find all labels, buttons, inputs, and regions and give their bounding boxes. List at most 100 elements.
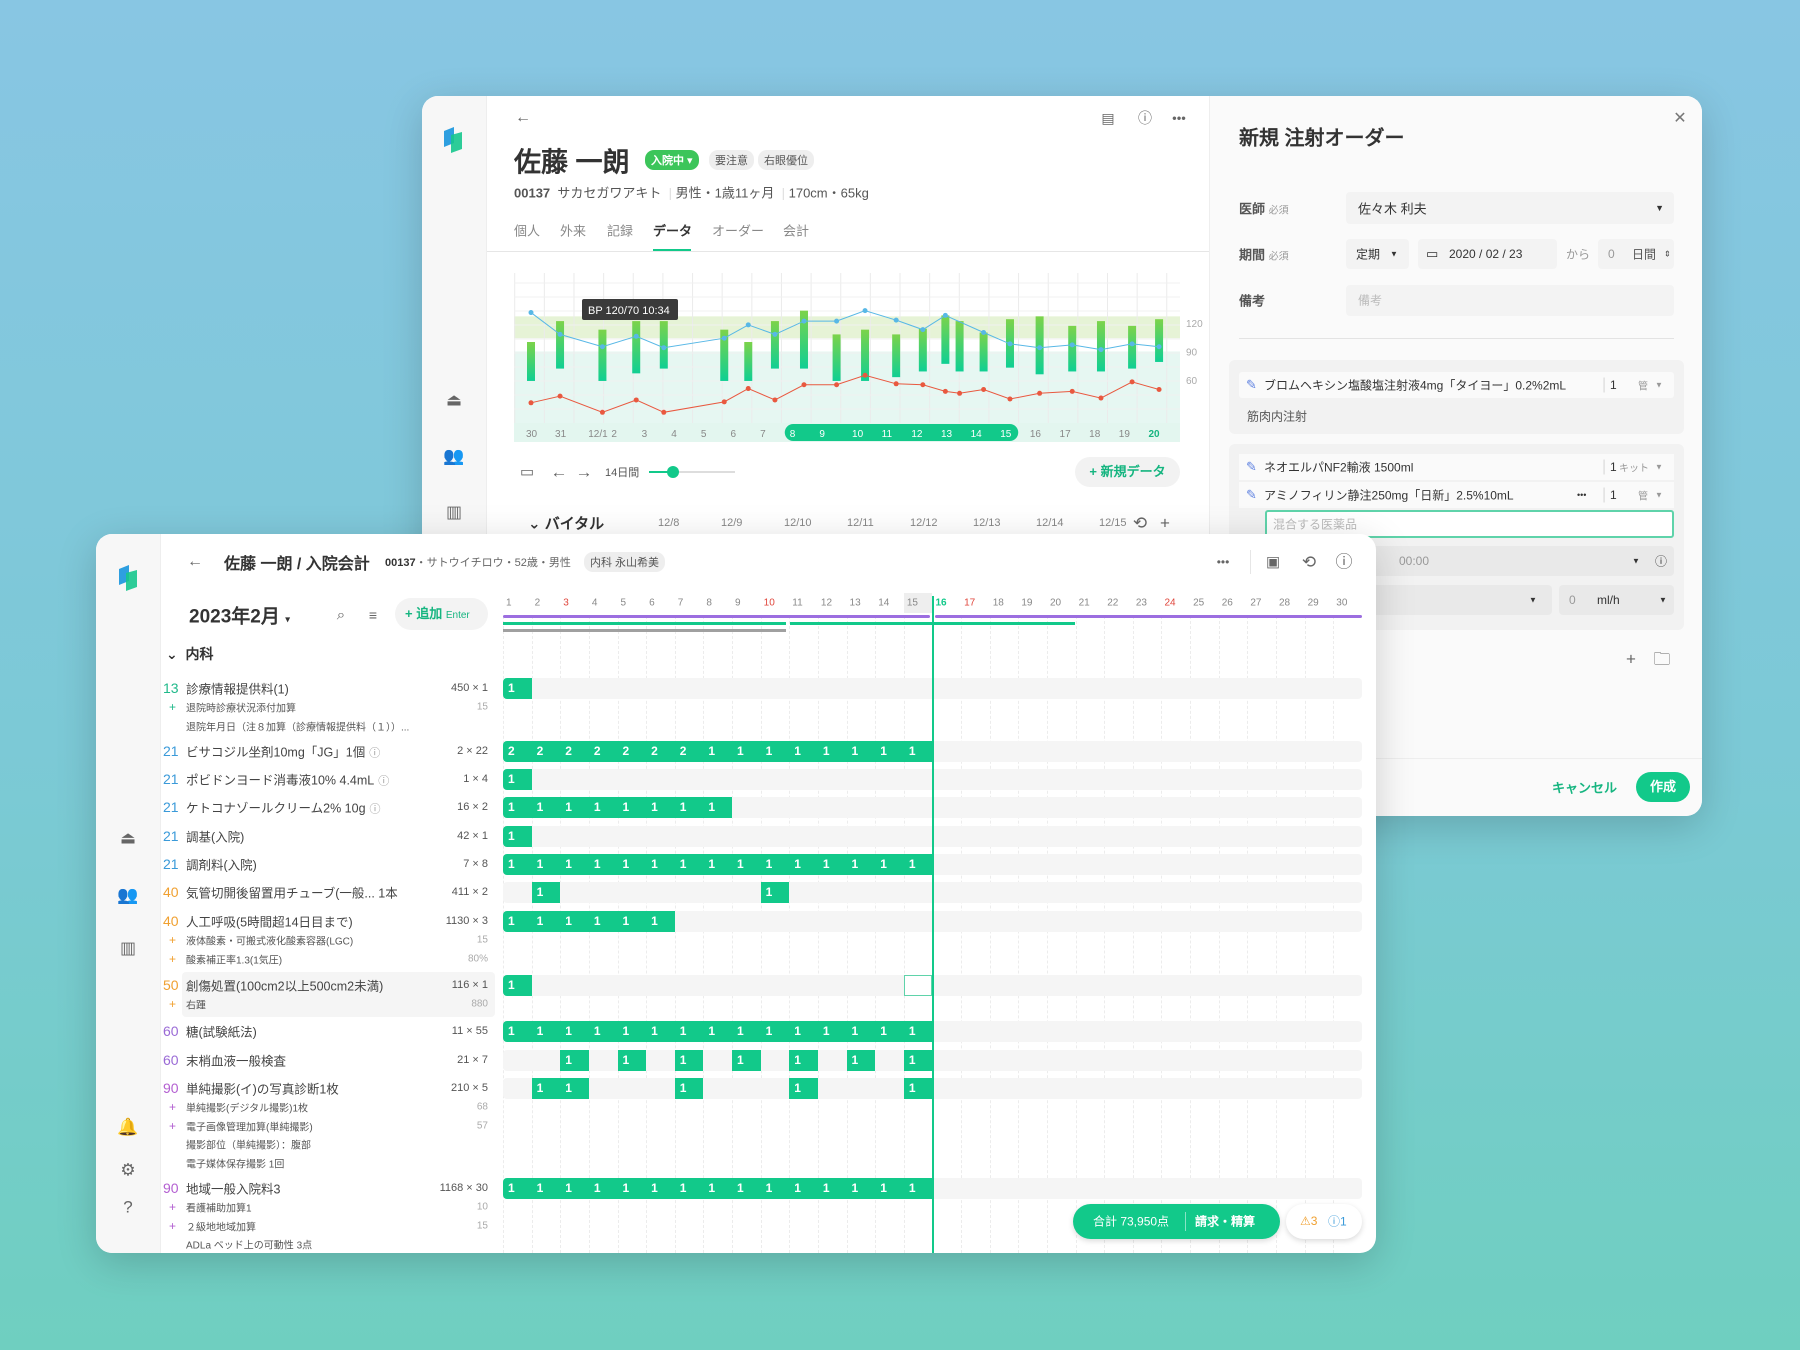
drug-row[interactable]: ✎ アミノフィリン静注250mg「日新」2.5%10mL ••• | 1 管 ▼ (1239, 482, 1674, 508)
series-point[interactable] (557, 331, 563, 337)
users-icon[interactable]: 👥 (117, 887, 138, 904)
day-cell-run[interactable]: 1 (760, 882, 790, 903)
add-icon[interactable]: + (1160, 515, 1170, 532)
bp-bar[interactable] (979, 332, 988, 372)
day-cell-run[interactable]: 1 1 1 1 1 1 1 1 1 1 1 1 1 1 1 (503, 1178, 933, 1199)
day-cell-run[interactable]: 1 (674, 1050, 704, 1071)
series-point[interactable] (528, 310, 534, 316)
card-add-icon[interactable]: ▤ (1101, 111, 1114, 125)
series-point[interactable] (1037, 390, 1043, 396)
bp-bar[interactable] (598, 329, 607, 381)
back-arrow-icon[interactable]: ← (515, 110, 531, 126)
bp-bar[interactable] (832, 334, 841, 381)
day-cell-run[interactable]: 1 1 1 1 1 1 1 1 (503, 797, 733, 818)
day-header[interactable]: 10 (764, 598, 775, 609)
status-badge[interactable]: 入院中 ▾ (645, 150, 699, 170)
day-cell-run[interactable]: 1 (903, 1050, 933, 1071)
new-data-button[interactable]: + 新規データ (1075, 457, 1180, 487)
day-header[interactable]: 30 (1336, 598, 1347, 609)
series-point[interactable] (981, 387, 987, 392)
drug-unit[interactable]: キット (1619, 460, 1649, 475)
folder-icon[interactable]: 🗀 (1654, 651, 1671, 668)
series-point[interactable] (1007, 396, 1013, 402)
drug-unit[interactable]: 管 (1638, 378, 1648, 393)
day-cell-run[interactable]: 1 (789, 1050, 818, 1071)
day-header[interactable]: 11 (792, 598, 802, 609)
history-icon[interactable]: ⟲ (1133, 515, 1147, 532)
day-header[interactable]: 9 (735, 598, 741, 609)
item-name[interactable]: 調基(入院) (186, 827, 244, 846)
plus-icon[interactable]: + (169, 1119, 176, 1133)
series-point[interactable] (1156, 387, 1162, 392)
day-header[interactable]: 14 (878, 598, 889, 609)
series-point[interactable] (942, 388, 948, 394)
drug-row[interactable]: ✎ ブロムヘキシン塩酸塩注射液4mg「タイヨー」0.2%2mL | 1 管 ▼ (1239, 372, 1674, 398)
drug-qty[interactable]: 1 (1610, 460, 1617, 474)
more-icon[interactable]: ••• (1217, 556, 1230, 568)
series-point[interactable] (981, 330, 987, 335)
filter-icon[interactable]: ≡ (369, 608, 377, 622)
series-point[interactable] (862, 308, 868, 314)
day-header[interactable]: 13 (850, 598, 861, 609)
cancel-button[interactable]: キャンセル (1552, 778, 1617, 797)
prev-arrow-icon[interactable]: ← (551, 464, 568, 481)
day-header[interactable]: 19 (1021, 598, 1032, 609)
history-icon[interactable]: ⟲ (1302, 554, 1316, 571)
item-name[interactable]: 人工呼吸(5時間超14日目まで) (186, 912, 353, 931)
series-point[interactable] (661, 409, 667, 415)
info-icon[interactable]: ⓘ (378, 776, 389, 788)
series-point[interactable] (721, 399, 727, 405)
series-point[interactable] (1129, 379, 1135, 385)
series-point[interactable] (633, 397, 639, 403)
day-cell-run[interactable]: 1 1 1 1 1 1 1 1 1 1 1 1 1 1 1 (503, 1021, 933, 1042)
alerts-pill[interactable]: ⚠3 ⓘ1 (1286, 1204, 1362, 1239)
bp-bar[interactable] (1068, 325, 1077, 372)
day-cell-run[interactable]: 11 (531, 1078, 589, 1099)
bp-bar[interactable] (892, 334, 901, 378)
series-point[interactable] (1069, 388, 1075, 394)
section-toggle[interactable]: ⌄ 内科 (166, 644, 214, 664)
tab-2[interactable]: 記録 (607, 221, 633, 240)
bell-icon[interactable]: ⏏ (446, 392, 462, 409)
plus-icon[interactable]: + (169, 952, 176, 966)
drug-qty[interactable]: 1 (1610, 378, 1617, 392)
create-button[interactable]: 作成 (1636, 772, 1690, 802)
day-header[interactable]: 16 (935, 598, 946, 609)
item-name[interactable]: 調剤料(入院) (186, 855, 257, 874)
series-point[interactable] (599, 409, 605, 415)
add-icon[interactable]: + (1626, 651, 1636, 668)
month-select[interactable]: 2023年2月 ▾ (189, 602, 290, 629)
series-point[interactable] (721, 335, 727, 341)
day-header[interactable]: 21 (1079, 598, 1090, 609)
help-icon[interactable]: ? (123, 1199, 132, 1216)
item-name[interactable]: 単純撮影(イ)の写真診断1枚 (186, 1079, 339, 1098)
bp-bar[interactable] (941, 315, 950, 364)
day-cell-run[interactable]: 1 (732, 1050, 761, 1071)
drug-unit[interactable]: 管 (1638, 488, 1648, 503)
day-cell-run[interactable]: 1 (531, 882, 561, 903)
bp-bar[interactable] (659, 321, 668, 369)
day-header[interactable]: 5 (621, 598, 627, 609)
series-point[interactable] (1156, 344, 1162, 350)
day-cell-run[interactable]: 1 (789, 1078, 818, 1099)
drug-row[interactable]: ✎ ネオエルパNF2輸液 1500ml | 1 キット ▼ (1239, 454, 1674, 480)
tab-5[interactable]: 会計 (783, 221, 809, 240)
day-cell-run[interactable]: 1 (503, 826, 532, 847)
more-icon[interactable]: ••• (1577, 490, 1586, 500)
series-point[interactable] (661, 345, 667, 351)
series-point[interactable] (893, 317, 899, 323)
bp-bar[interactable] (632, 321, 641, 374)
calendar-icon[interactable]: ▭ (520, 465, 534, 480)
tab-4[interactable]: オーダー (712, 221, 764, 240)
series-point[interactable] (633, 333, 639, 339)
day-header[interactable]: 3 (563, 598, 569, 609)
series-point[interactable] (745, 322, 751, 328)
day-header[interactable]: 8 (706, 598, 712, 609)
item-name[interactable]: ケトコナゾールクリーム2% 10g ⓘ (186, 798, 381, 817)
day-cell-run[interactable]: 1 (503, 975, 532, 996)
day-header[interactable]: 22 (1107, 598, 1118, 609)
drug-qty[interactable]: 1 (1610, 488, 1617, 502)
bp-bar[interactable] (1128, 325, 1137, 369)
close-icon[interactable]: ✕ (1673, 111, 1686, 127)
rate-input[interactable]: 0 ml/h ▼ (1559, 585, 1674, 615)
